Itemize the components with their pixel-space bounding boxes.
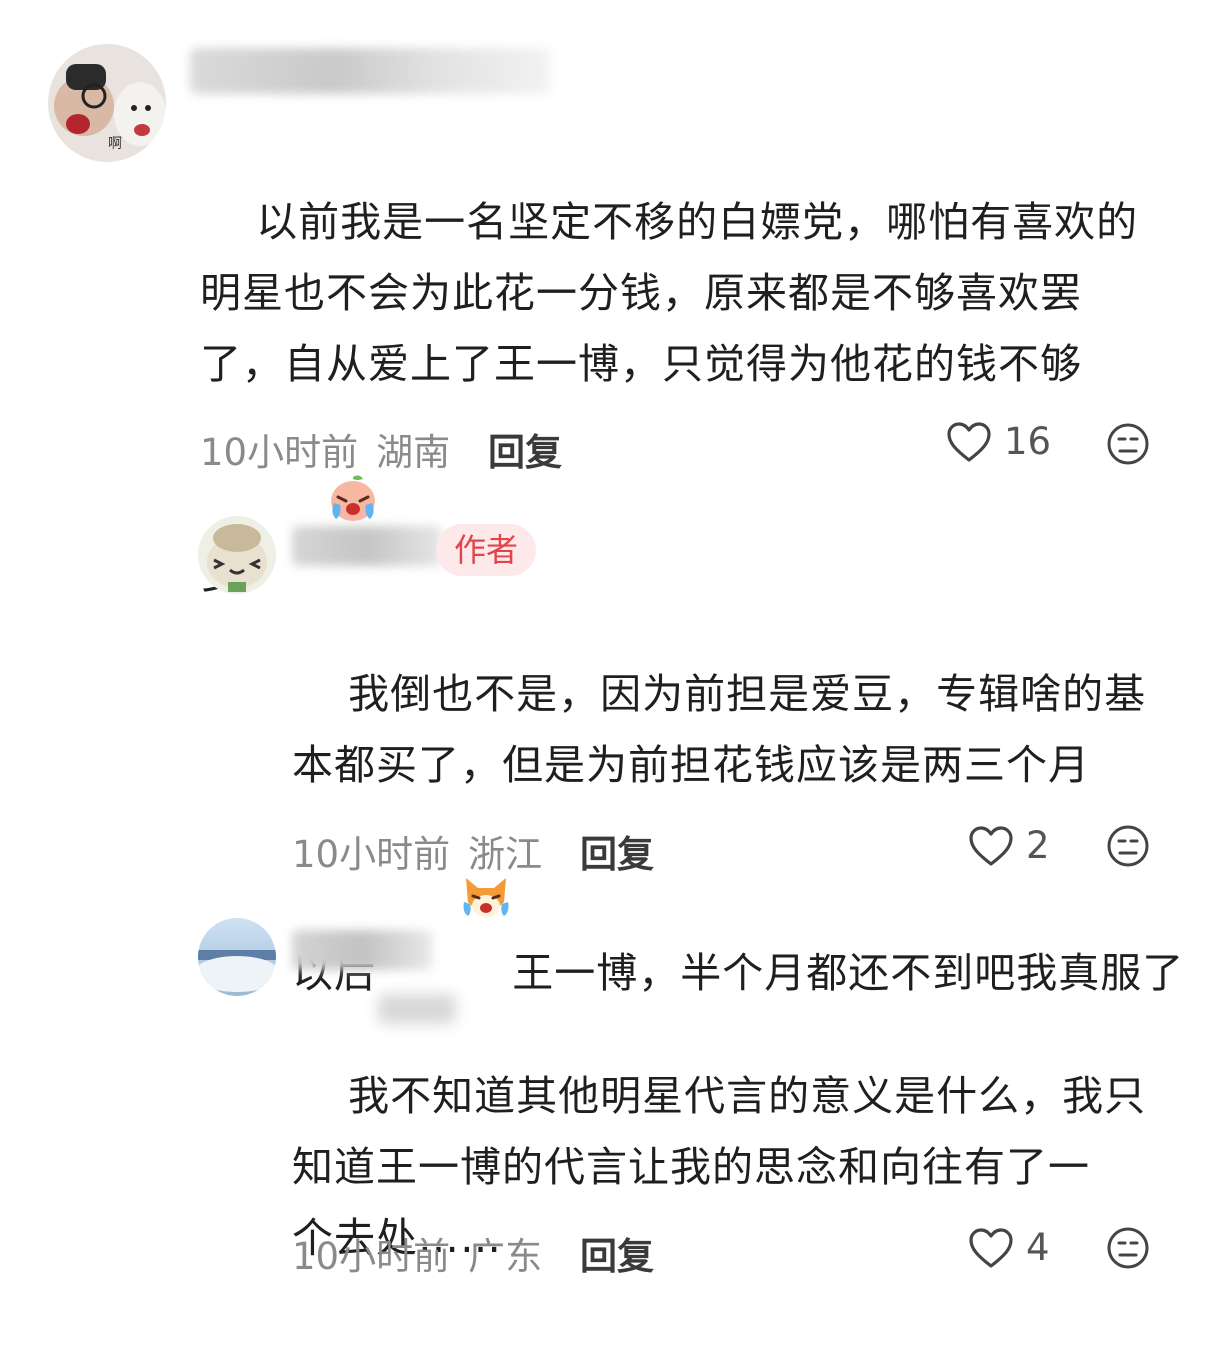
heart-outline-icon <box>969 1227 1013 1268</box>
comment-location: 湖南 <box>376 431 451 474</box>
comment-location: 浙江 <box>468 833 543 876</box>
neutral-face-icon <box>1107 825 1149 867</box>
comment-text: 我不知道其他明星代言的意义是什么，我只 知道王一博的代言让我的思念和向往有了一 … <box>292 990 1192 1345</box>
comment-meta: 10小时前 浙江 <box>292 824 542 878</box>
user-avatar[interactable]: 啊 <box>48 44 166 162</box>
comment-2: 作者 我倒也不是，因为前担是爱豆，专辑啥的基 本都买了，但是为前担花钱应该是两三… <box>0 480 1220 997</box>
comment-time: 10小时前 <box>200 431 359 474</box>
dislike-button[interactable] <box>1106 422 1150 470</box>
like-button[interactable]: 2 <box>968 824 1050 867</box>
heart-outline-icon <box>947 421 991 462</box>
svg-text:啊: 啊 <box>108 136 122 152</box>
user-avatar[interactable] <box>198 516 276 594</box>
like-count: 4 <box>1026 1226 1050 1269</box>
reply-button[interactable]: 回复 <box>488 422 562 476</box>
username-blurred[interactable] <box>190 48 550 94</box>
author-badge: 作者 <box>436 524 537 576</box>
like-button[interactable]: 16 <box>946 420 1051 463</box>
like-count: 2 <box>1026 824 1050 867</box>
dislike-button[interactable] <box>1106 1226 1150 1274</box>
user-avatar[interactable] <box>198 918 276 996</box>
dislike-button[interactable] <box>1106 824 1150 872</box>
comment-meta: 10小时前 湖南 <box>200 422 450 476</box>
comment-meta: 10小时前 广东 <box>292 1226 542 1280</box>
comment-time: 10小时前 <box>292 1235 451 1278</box>
like-count: 16 <box>1004 420 1052 463</box>
comment-time: 10小时前 <box>292 833 451 876</box>
reply-button[interactable]: 回复 <box>580 1226 654 1280</box>
comment-3: 我不知道其他明星代言的意义是什么，我只 知道王一博的代言让我的思念和向往有了一 … <box>0 890 1220 1286</box>
heart-outline-icon <box>969 825 1013 866</box>
neutral-face-icon <box>1107 423 1149 465</box>
comment-location: 广东 <box>468 1235 543 1278</box>
like-button[interactable]: 4 <box>968 1226 1050 1269</box>
neutral-face-icon <box>1107 1227 1149 1269</box>
username-blurred[interactable] <box>292 930 432 970</box>
reply-button[interactable]: 回复 <box>580 824 654 878</box>
username-blurred[interactable] <box>292 526 442 566</box>
comment-1: 啊 以前我是一名坚定不移的白嫖党，哪怕有喜欢的 明星也不会为此花一分钱，原来都是… <box>0 0 1220 598</box>
